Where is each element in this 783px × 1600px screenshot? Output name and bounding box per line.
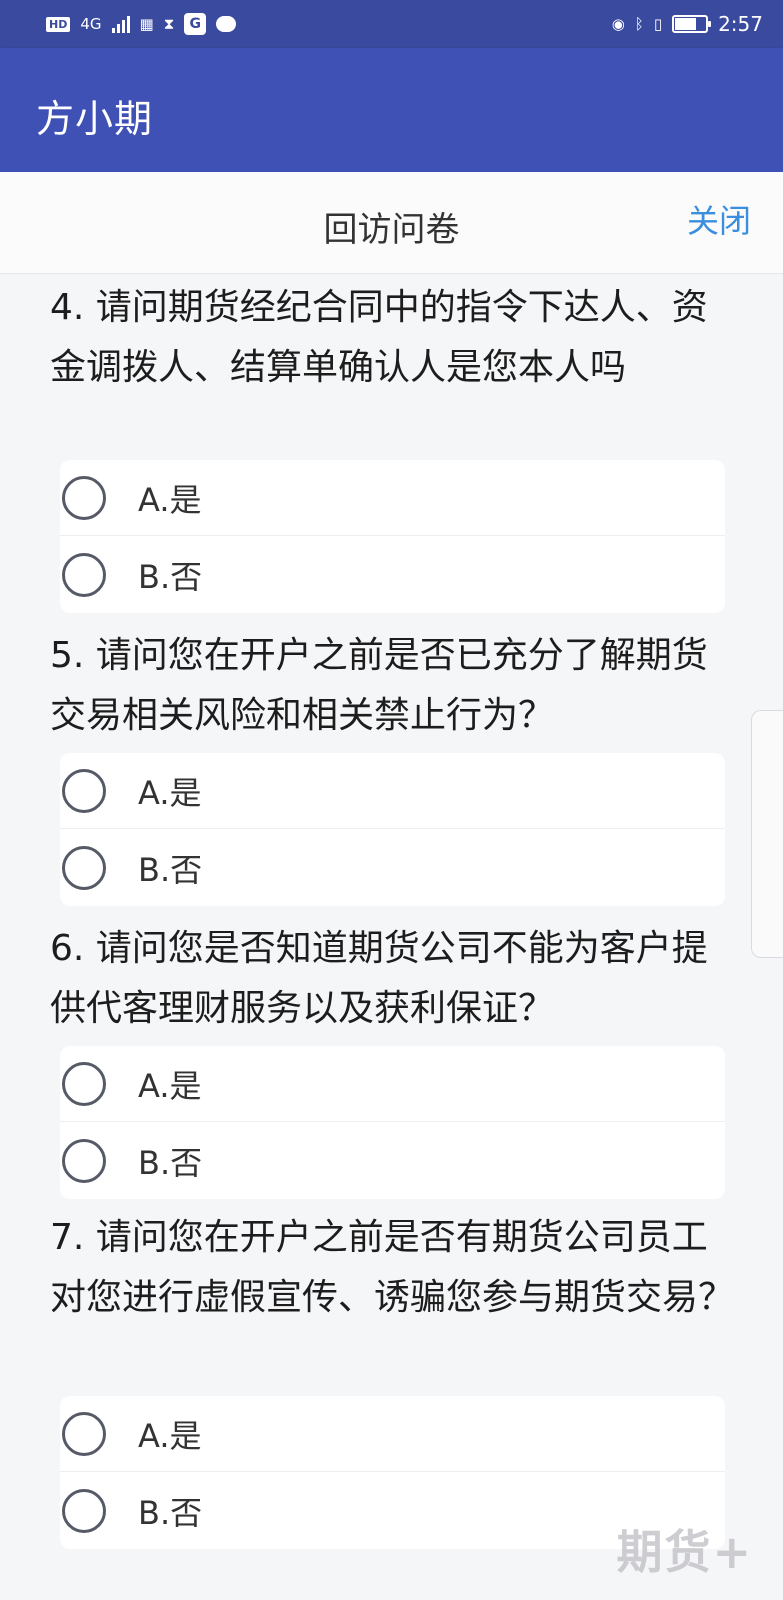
bluetooth-icon: ᛒ (634, 14, 644, 33)
option-a[interactable]: A.是 (60, 1046, 725, 1122)
option-b[interactable]: B.否 (60, 537, 725, 613)
eye-icon: ◉ (611, 14, 625, 33)
option-label: B.否 (138, 1494, 203, 1532)
radio-circle-icon[interactable] (62, 1061, 106, 1106)
radio-circle-icon[interactable] (62, 1489, 106, 1533)
question-text: 4. 请问期货经纪合同中的指令下达人、资金调拨人、结算单确认人是您本人吗 (50, 287, 708, 388)
options-card: A.是 B.否 (60, 460, 725, 613)
radio-circle-icon[interactable] (62, 475, 106, 520)
option-label: A.是 (138, 1416, 202, 1455)
option-label: A.是 (138, 480, 202, 519)
option-label: A.是 (138, 773, 202, 812)
app-notification-icon: ▦ (139, 14, 154, 33)
dialog-title: 回访问卷 (323, 210, 460, 250)
hd-icon: HD (46, 16, 71, 32)
battery-level (675, 18, 697, 30)
radio-circle-icon[interactable] (62, 768, 106, 813)
question-text: 6. 请问您是否知道期货公司不能为客户提供代客理财服务以及获利保证？ (50, 928, 708, 1029)
option-b[interactable]: B.否 (60, 1123, 725, 1199)
network-type: 4G (80, 14, 102, 33)
vibrate-icon: ▯ (653, 14, 663, 33)
watermark: 期货+ (616, 1525, 753, 1579)
hourglass-icon: ⧗ (163, 14, 175, 33)
question-text: 7. 请问您在开户之前是否有期货公司员工对您进行虚假宣传、诱骗您参与期货交易？ (50, 1217, 735, 1318)
radio-circle-icon[interactable] (62, 553, 106, 597)
app-title: 方小期 (36, 97, 154, 141)
status-time: 2:57 (718, 12, 763, 36)
question-text: 5. 请问您在开户之前是否已充分了解期货交易相关风险和相关禁止行为？ (50, 635, 708, 736)
status-bar-left: HD 4G ▦ ⧗ G (46, 13, 237, 35)
close-button[interactable]: 关闭 (687, 196, 751, 242)
option-label: A.是 (138, 1066, 202, 1105)
g-app-icon: G (184, 13, 207, 35)
option-label: B.否 (138, 558, 203, 596)
radio-circle-icon[interactable] (62, 1411, 106, 1456)
option-a[interactable]: A.是 (60, 753, 725, 829)
radio-circle-icon[interactable] (62, 846, 106, 890)
questionnaire-content[interactable]: 4. 请问期货经纪合同中的指令下达人、资金调拨人、结算单确认人是您本人吗 A.是… (0, 274, 783, 1600)
signal-icon (111, 15, 130, 33)
status-bar: HD 4G ▦ ⧗ G ◉ ᛒ ▯ 2:57 (0, 0, 783, 48)
app-bar: 方小期 (0, 48, 783, 172)
option-b[interactable]: B.否 (60, 830, 725, 906)
chat-bubble-icon (216, 16, 237, 32)
option-label: B.否 (138, 851, 203, 889)
option-a[interactable]: A.是 (60, 460, 725, 536)
option-label: B.否 (138, 1144, 203, 1182)
radio-circle-icon[interactable] (62, 1139, 106, 1183)
status-bar-right: ◉ ᛒ ▯ 2:57 (612, 12, 763, 36)
battery-icon (672, 15, 712, 33)
options-card: A.是 B.否 (60, 753, 725, 906)
floating-side-tab[interactable] (751, 710, 783, 958)
dialog-header: 回访问卷 关闭 (0, 172, 783, 274)
options-card: A.是 B.否 (60, 1046, 725, 1199)
option-a[interactable]: A.是 (60, 1396, 725, 1472)
